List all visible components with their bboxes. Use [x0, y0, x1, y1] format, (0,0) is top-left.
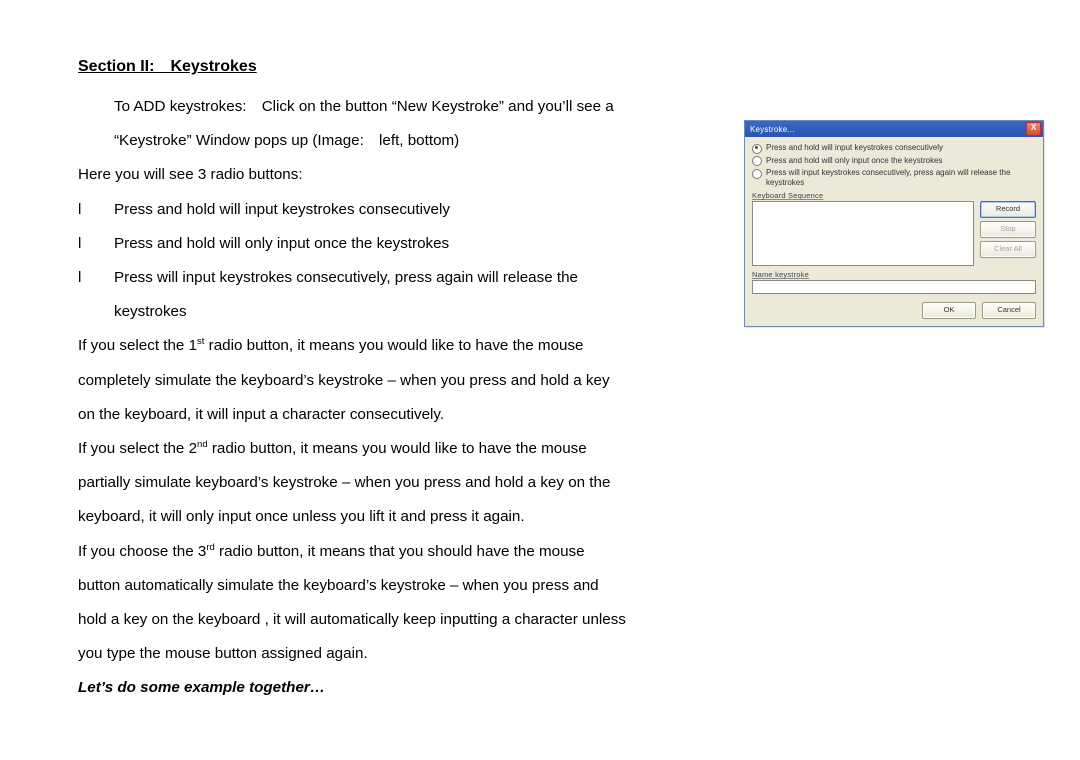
radio-label: Press will input keystrokes consecutivel… — [766, 168, 1036, 187]
p3-l4: you type the mouse button assigned again… — [78, 645, 368, 662]
cancel-button[interactable]: Cancel — [982, 302, 1036, 319]
keystroke-dialog: Keystroke... X Press and hold will input… — [744, 120, 1044, 327]
closing-line: Let’s do some example together… — [78, 671, 713, 705]
p1-l3: on the keyboard, it will input a charact… — [78, 406, 444, 423]
intro-line-2: “Keystroke” Window pops up (Image: left,… — [78, 124, 713, 158]
radio-intro: Here you will see 3 radio buttons: — [78, 158, 713, 192]
ordinal-sup: rd — [206, 542, 214, 553]
radio-option-2[interactable]: Press and hold will only input once the … — [752, 156, 1036, 167]
record-button[interactable]: Record — [980, 201, 1036, 218]
name-input[interactable] — [752, 280, 1036, 294]
p2-post: radio button, it means you would like to… — [208, 440, 587, 457]
p2-pre: If you select the 2 — [78, 440, 197, 457]
clear-all-button[interactable]: Clear All — [980, 241, 1036, 258]
paragraph-2: If you select the 2nd radio button, it m… — [78, 432, 713, 535]
bullet-text: Press and hold will input keystrokes con… — [114, 193, 450, 227]
dialog-titlebar: Keystroke... X — [745, 121, 1043, 137]
p3-l3: hold a key on the keyboard , it will aut… — [78, 611, 626, 628]
radio-option-1[interactable]: Press and hold will input keystrokes con… — [752, 143, 1036, 154]
list-item: l Press will input keystrokes consecutiv… — [78, 261, 713, 295]
p2-l3: keyboard, it will only input once unless… — [78, 508, 525, 525]
ordinal-sup: nd — [197, 439, 208, 450]
name-label: Name keystroke — [752, 270, 1036, 279]
bullet-text: Press and hold will only input once the … — [114, 227, 449, 261]
bullet-mark-icon: l — [78, 227, 114, 261]
bullet-mark-spacer — [78, 295, 114, 329]
p1-post: radio button, it means you would like to… — [204, 337, 583, 354]
radio-label: Press and hold will only input once the … — [766, 156, 943, 166]
bullet-text: keystrokes — [114, 295, 187, 329]
section-heading: Section II: Keystrokes — [78, 58, 713, 76]
paragraph-3: If you choose the 3rd radio button, it m… — [78, 535, 713, 672]
close-icon[interactable]: X — [1026, 122, 1041, 136]
p3-post: radio button, it means that you should h… — [215, 543, 585, 560]
list-item: l Press and hold will only input once th… — [78, 227, 713, 261]
radio-icon — [752, 156, 762, 166]
p1-l2: completely simulate the keyboard’s keyst… — [78, 372, 610, 389]
radio-icon — [752, 144, 762, 154]
list-item: keystrokes — [78, 295, 713, 329]
radio-option-3[interactable]: Press will input keystrokes consecutivel… — [752, 168, 1036, 187]
bullet-list: l Press and hold will input keystrokes c… — [78, 193, 713, 330]
p3-pre: If you choose the 3 — [78, 543, 206, 560]
dialog-title: Keystroke... — [750, 125, 795, 134]
sequence-label: Keyboard Sequence — [752, 191, 1036, 200]
sequence-input[interactable] — [752, 201, 974, 266]
p1-pre: If you select the 1 — [78, 337, 197, 354]
paragraph-1: If you select the 1st radio button, it m… — [78, 329, 713, 432]
intro-line-1: To ADD keystrokes: Click on the button “… — [78, 90, 713, 124]
radio-icon — [752, 169, 762, 179]
radio-label: Press and hold will input keystrokes con… — [766, 143, 943, 153]
p3-l2: button automatically simulate the keyboa… — [78, 577, 599, 594]
bullet-mark-icon: l — [78, 261, 114, 295]
p2-l2: partially simulate keyboard’s keystroke … — [78, 474, 610, 491]
list-item: l Press and hold will input keystrokes c… — [78, 193, 713, 227]
ok-button[interactable]: OK — [922, 302, 976, 319]
stop-button[interactable]: Stop — [980, 221, 1036, 238]
bullet-mark-icon: l — [78, 193, 114, 227]
bullet-text: Press will input keystrokes consecutivel… — [114, 261, 578, 295]
